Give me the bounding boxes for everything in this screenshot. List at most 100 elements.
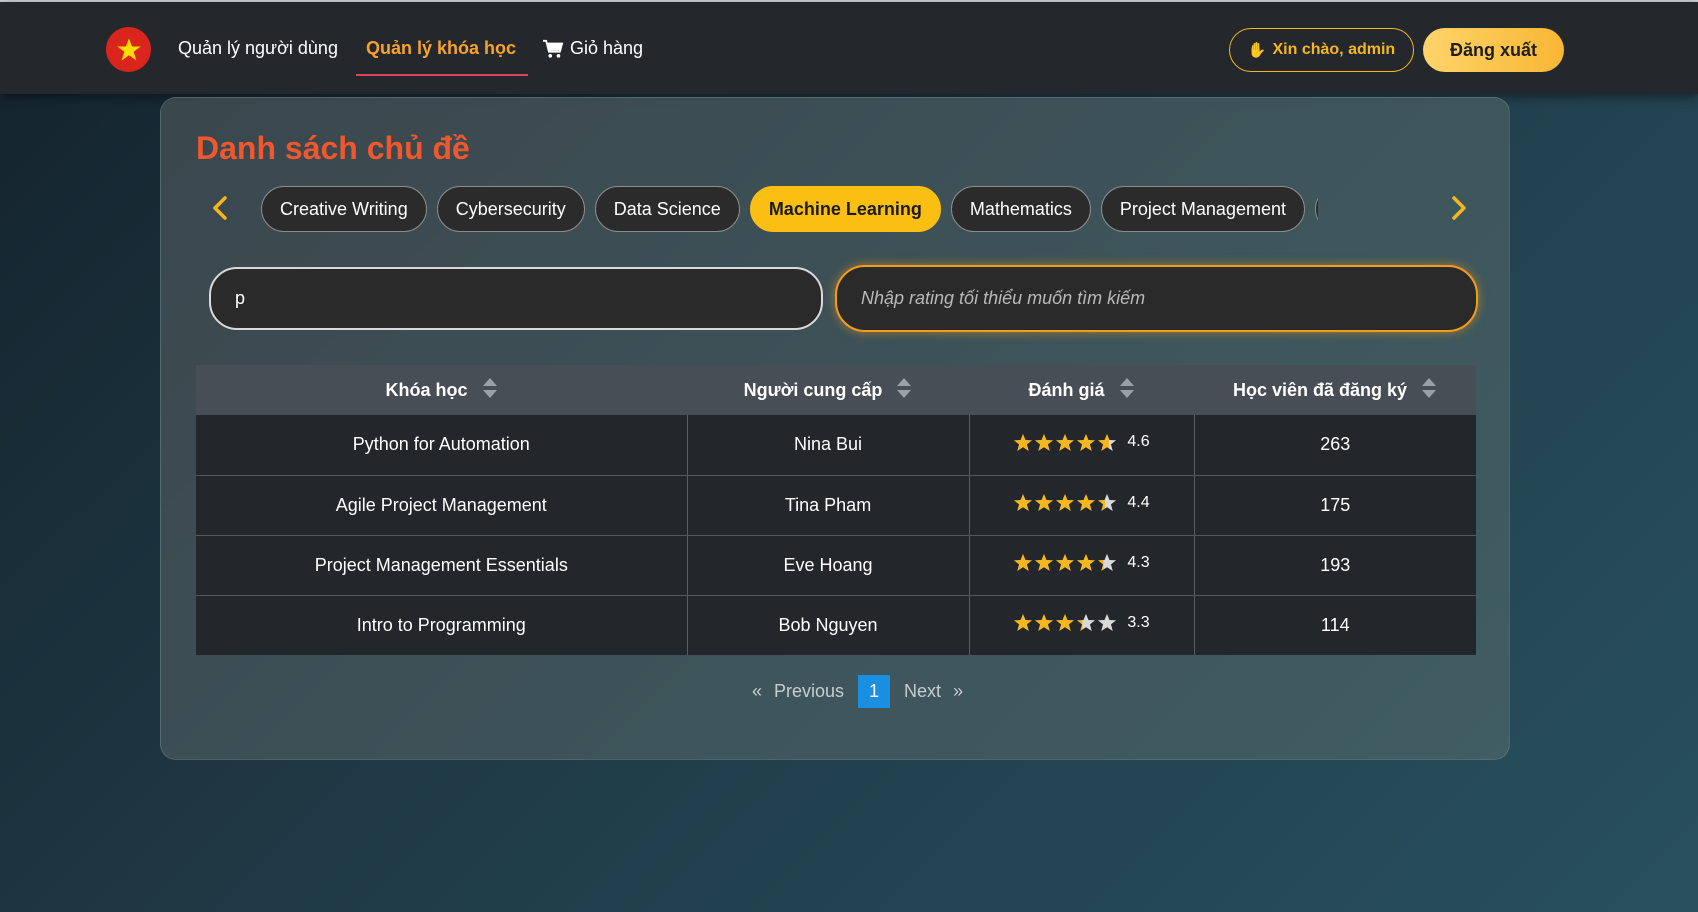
rating-star-icon [1077,614,1096,632]
rating-star-icon [1014,553,1033,572]
rating-value: 4.4 [1127,493,1150,511]
cell-rating: 4.3 [969,535,1195,596]
next-page-link[interactable]: Next [898,681,947,702]
nav-courses-link[interactable]: Quản lý khóa học [366,38,516,59]
topic-chip[interactable]: Web Development [1314,186,1318,232]
col-header-provider[interactable]: Người cung cấp [687,365,969,415]
rating-star-icon [1077,493,1096,512]
rating-value: 4.3 [1127,553,1150,571]
topic-chips: Creative Writing Cybersecurity Data Scienc… [261,186,1318,232]
table-header-row: Khóa học Người cung cấp Đánh giá Học viê… [196,365,1476,415]
sort-icon[interactable] [1119,377,1135,404]
col-header-rating[interactable]: Đánh giá [969,365,1194,415]
chips-next-arrow[interactable] [1444,188,1474,228]
table-row[interactable]: Project Management Essentials Eve Hoang 4.… [196,535,1476,596]
vietnam-flag-logo[interactable] [106,27,151,72]
page-1-button[interactable]: 1 [858,675,891,708]
col-header-students[interactable]: Học viên đã đăng ký [1194,365,1476,415]
rating-star-icon [1035,433,1054,451]
rating-star-icon [1056,614,1075,632]
rating-star-icon [1056,553,1075,572]
col-header-course[interactable]: Khóa học [196,365,687,415]
table-row[interactable]: Intro to Programming Bob Nguyen 3.3 114 [196,595,1476,655]
col-header-students-label: Học viên đã đăng ký [1232,379,1408,400]
nav-cart-label: Giỏ hàng [570,38,644,58]
table-row[interactable]: Python for Automation Nina Bui 4.6 263 [196,415,1476,476]
greeting-label: Xin chào, admin [1272,41,1396,58]
rating-star-icon [1077,553,1096,572]
cell-course: Intro to Programming [196,595,688,655]
sort-arrows-icon [897,377,912,398]
star-icon [116,37,141,60]
star-rating [1013,493,1117,512]
topic-chip[interactable]: Creative Writing [261,186,427,232]
cell-students: 263 [1194,415,1476,476]
rating-star-icon [1077,433,1096,451]
col-header-rating-label: Đánh giá [1028,379,1105,400]
nav-cart-link[interactable]: Giỏ hàng [542,38,643,59]
sort-arrows-icon [1119,377,1134,398]
star-rating [1013,433,1117,452]
cell-rating: 4.4 [969,475,1195,536]
rating-star-icon [1035,553,1054,572]
cell-students: 114 [1194,595,1476,655]
col-header-provider-label: Người cung cấp [743,379,883,400]
rating-star-icon [1098,614,1117,632]
cell-students: 193 [1194,535,1476,596]
rating-star-icon [1014,433,1033,451]
previous-page-link[interactable]: Previous [768,681,850,702]
chevron-right-icon [1452,196,1466,220]
course-search-input[interactable] [209,267,823,330]
star-rating [1013,553,1117,572]
table-row[interactable]: Agile Project Management Tina Pham 4.4 175 [196,475,1476,536]
cell-course: Agile Project Management [196,475,688,536]
rating-star-icon [1098,433,1117,451]
cell-course: Project Management Essentials [196,535,688,596]
min-rating-input[interactable] [835,265,1478,332]
greeting-button[interactable]: ✋ Xin chào, admin [1229,28,1414,72]
topic-chip[interactable]: Machine Learning [749,186,941,232]
rating-star-icon [1014,614,1033,632]
rating-star-icon [1014,493,1033,512]
topic-chip[interactable]: Project Management [1100,186,1305,232]
sort-icon[interactable] [482,377,498,404]
cell-provider: Eve Hoang [687,535,970,596]
col-header-course-label: Khóa học [385,379,468,400]
chips-prev-arrow[interactable] [205,188,235,228]
pagination: « Previous 1 Next » [746,675,969,708]
sort-arrows-icon [1422,377,1437,398]
sort-icon[interactable] [896,377,912,404]
nav-users-link[interactable]: Quản lý người dùng [178,38,338,59]
courses-table: Khóa học Người cung cấp Đánh giá Học viê… [196,365,1476,655]
cell-rating: 3.3 [969,595,1195,655]
last-page-link[interactable]: » [947,681,969,702]
navbar: Quản lý người dùng Quản lý khóa học Giỏ … [0,2,1698,94]
cell-provider: Bob Nguyen [687,595,970,655]
cell-students: 175 [1194,475,1476,536]
cell-rating: 4.6 [969,415,1195,476]
chevron-left-icon [213,196,227,220]
topic-chip[interactable]: Mathematics [950,186,1091,232]
cell-provider: Nina Bui [687,415,970,476]
rating-value: 4.6 [1127,433,1150,451]
logout-button[interactable]: Đăng xuất [1423,28,1564,72]
rating-star-icon [1056,493,1075,512]
page-title: Danh sách chủ đề [196,130,470,166]
rating-star-icon [1098,493,1117,512]
rating-star-icon [1035,614,1054,632]
rating-star-icon [1098,553,1117,572]
topics-card: Danh sách chủ đề Creative Writing Cyberse… [160,97,1510,760]
nav-active-underline [356,74,528,76]
rating-value: 3.3 [1127,613,1150,631]
topic-chips-viewport[interactable]: Creative Writing Cybersecurity Data Scienc… [261,186,1318,232]
sort-icon[interactable] [1421,377,1437,404]
first-page-link[interactable]: « [746,681,768,702]
cell-course: Python for Automation [196,415,688,476]
rating-star-icon [1056,433,1075,451]
topic-chip[interactable]: Cybersecurity [436,186,585,232]
waving-hand-icon: ✋ [1247,42,1267,59]
rating-star-icon [1035,493,1054,512]
topic-chip[interactable]: Data Science [594,186,740,232]
cart-icon [543,39,564,58]
cell-provider: Tina Pham [687,475,970,536]
